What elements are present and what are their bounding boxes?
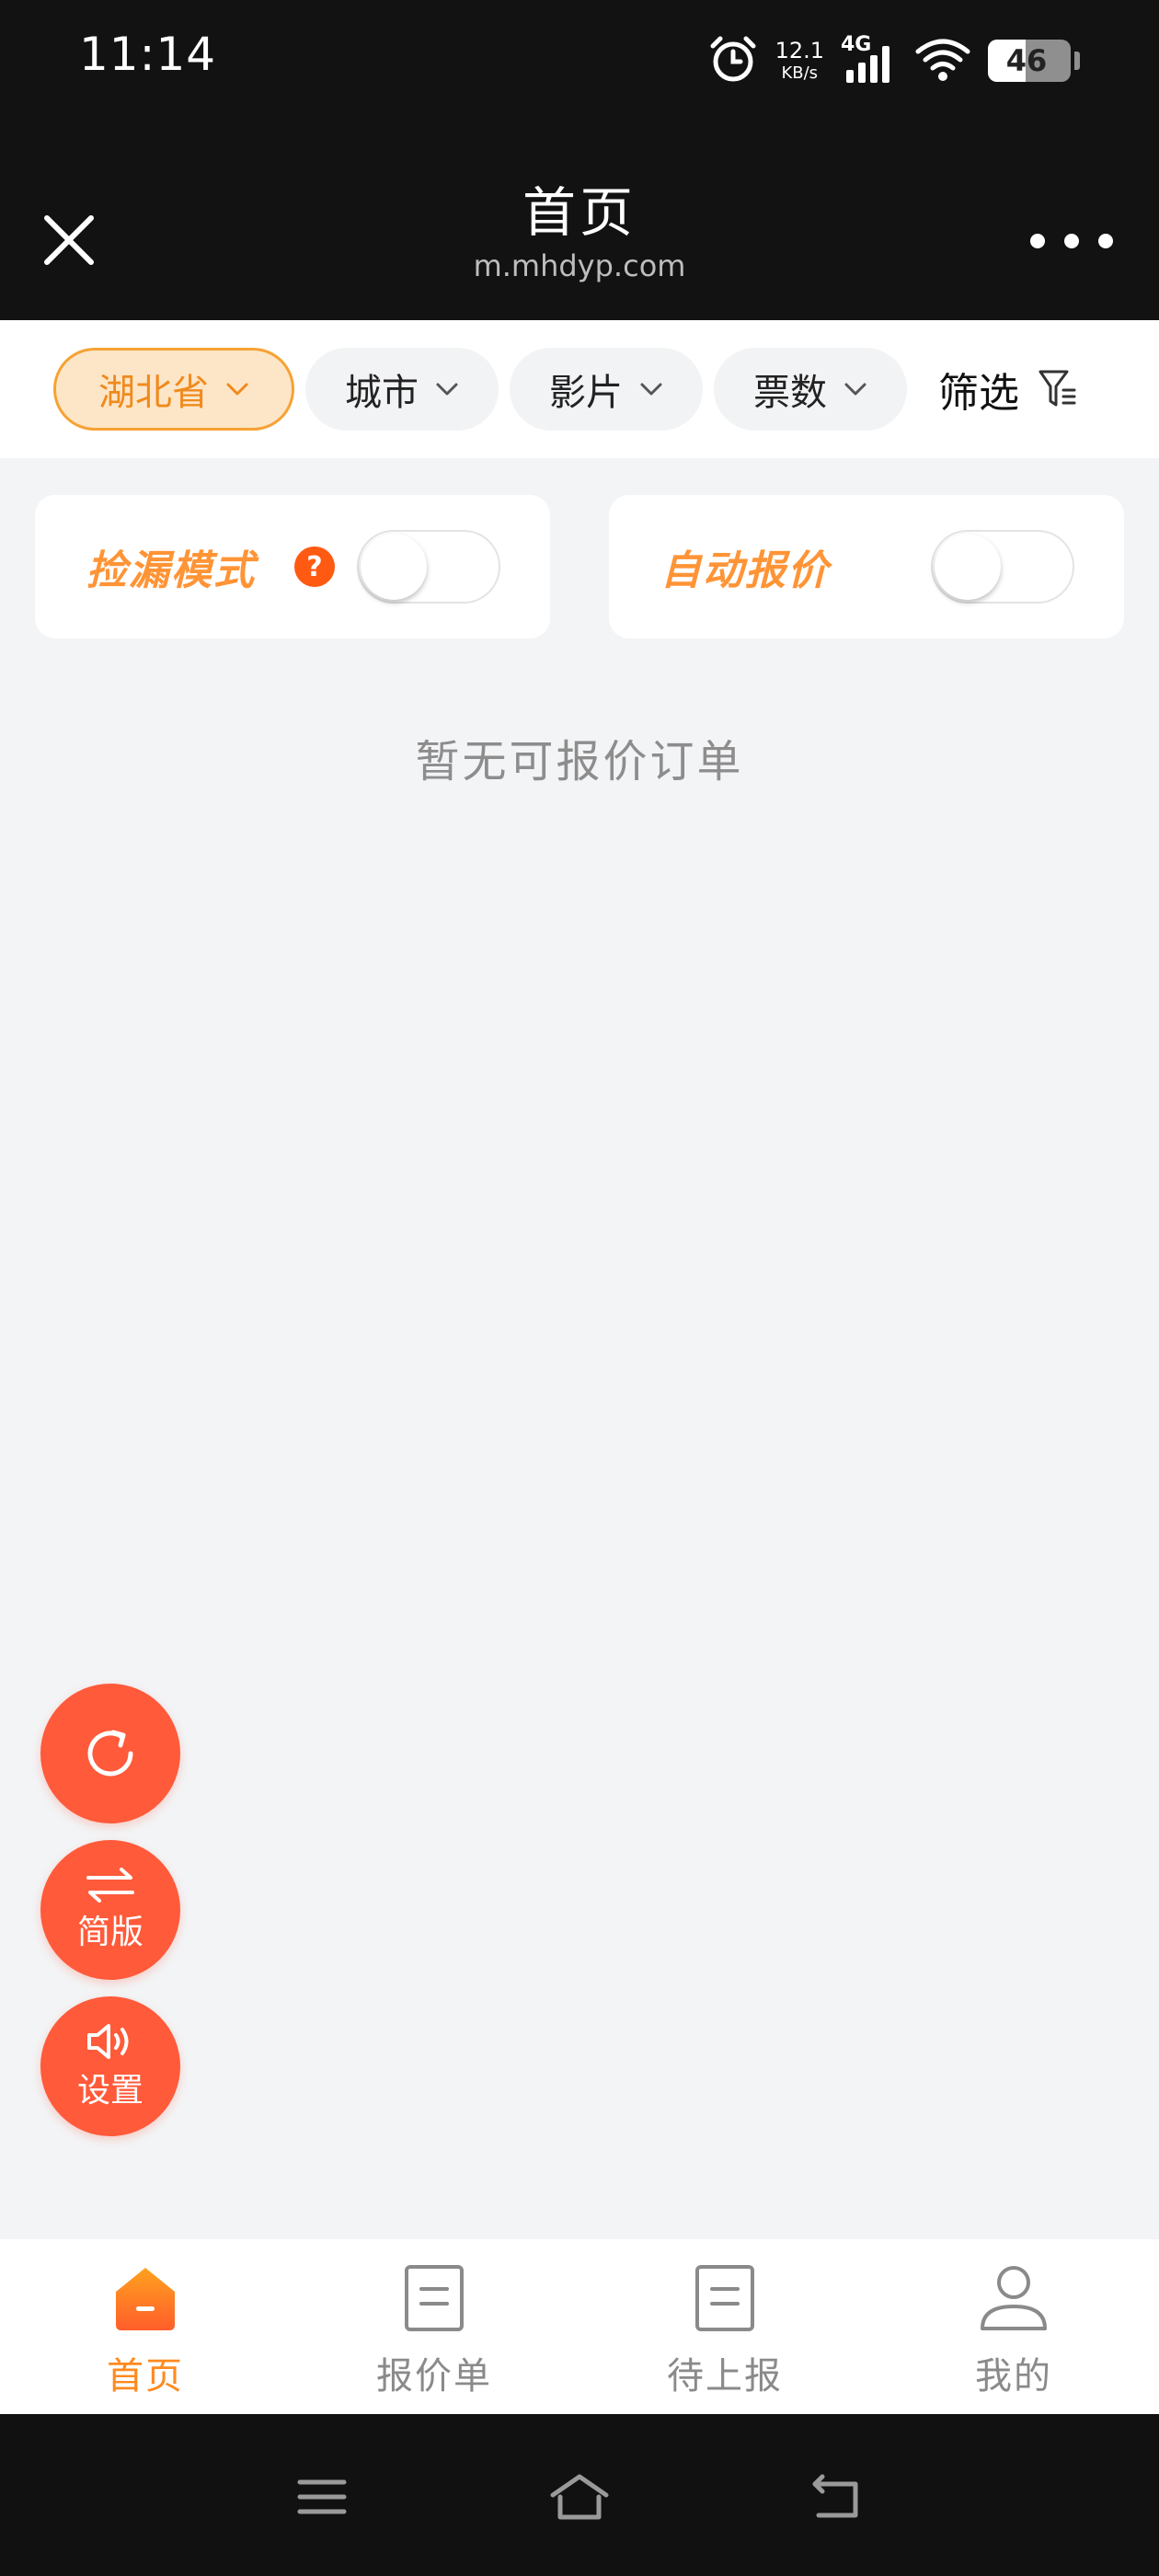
- recent-apps-button[interactable]: [285, 2460, 359, 2534]
- more-icon-dot: [1064, 234, 1079, 248]
- network-speed: 12.1 KB/s: [775, 40, 824, 82]
- province-filter-chip[interactable]: 湖北省: [53, 348, 294, 431]
- network-speed-value: 12.1: [775, 38, 824, 63]
- ticket-count-filter-chip[interactable]: 票数: [714, 348, 907, 431]
- system-nav-bar: [0, 2414, 1159, 2576]
- nav-label: 报价单: [376, 2355, 492, 2398]
- close-icon: [44, 215, 94, 265]
- auto-quote-card: 自动报价: [609, 495, 1124, 638]
- back-icon: [812, 2474, 858, 2518]
- title-bar: 首页 m.mhdyp.com: [0, 129, 1159, 320]
- refresh-icon: [87, 1730, 133, 1777]
- wifi-icon: [914, 35, 971, 86]
- settings-button[interactable]: 设置: [40, 1996, 180, 2136]
- title-block: 首页 m.mhdyp.com: [350, 180, 809, 283]
- home-outline-icon: [550, 2474, 609, 2520]
- refresh-button[interactable]: [40, 1684, 180, 1823]
- auto-quote-label: 自动报价: [660, 547, 830, 594]
- auto-quote-toggle[interactable]: [931, 530, 1074, 604]
- nav-item-home[interactable]: 首页: [26, 2261, 265, 2399]
- close-button[interactable]: [37, 208, 101, 272]
- content-area: 捡漏模式 ? 自动报价 暂无可报价订单 简版 设置: [0, 458, 1159, 2239]
- nav-label: 我的: [975, 2355, 1052, 2398]
- chip-label: 票数: [753, 372, 827, 414]
- settings-label: 设置: [76, 2072, 143, 2110]
- user-icon: [977, 2261, 1050, 2335]
- chevron-down-icon: [436, 383, 458, 396]
- chip-label: 影片: [549, 372, 623, 414]
- bargain-mode-toggle[interactable]: [357, 530, 500, 604]
- menu-icon: [297, 2479, 347, 2514]
- nav-item-pending[interactable]: 待上报: [605, 2261, 844, 2399]
- bottom-nav: 首页 报价单 待上报 我的: [0, 2239, 1159, 2414]
- filter-icon: [1039, 370, 1076, 407]
- toggle-knob: [935, 534, 1001, 600]
- movie-filter-chip[interactable]: 影片: [510, 348, 703, 431]
- status-icons: 12.1 KB/s 4G 46: [707, 33, 1080, 88]
- bargain-mode-card: 捡漏模式 ?: [35, 495, 550, 638]
- network-speed-unit: KB/s: [781, 63, 819, 83]
- chevron-down-icon: [226, 383, 248, 396]
- chip-label: 湖北省: [98, 372, 209, 414]
- home-system-button[interactable]: [543, 2460, 616, 2534]
- filter-bar: 湖北省 城市 影片 票数 筛选: [0, 320, 1159, 458]
- simple-mode-button[interactable]: 简版: [40, 1840, 180, 1980]
- filter-label: 筛选: [938, 370, 1019, 417]
- empty-state-text: 暂无可报价订单: [415, 736, 744, 788]
- filter-button[interactable]: 筛选: [938, 348, 1078, 431]
- page-url: m.mhdyp.com: [473, 248, 686, 283]
- document-icon: [397, 2261, 471, 2335]
- status-time: 11:14: [79, 28, 217, 81]
- chip-label: 城市: [345, 372, 419, 414]
- battery-tip: [1074, 52, 1080, 70]
- swap-icon: [86, 1868, 134, 1903]
- page-title: 首页: [522, 181, 637, 244]
- speaker-icon: [87, 2024, 129, 2059]
- document-icon: [688, 2261, 762, 2335]
- signal-icon: 4G: [841, 33, 898, 86]
- battery-icon: 46: [988, 40, 1071, 82]
- home-icon: [109, 2261, 182, 2335]
- chevron-down-icon: [844, 383, 866, 396]
- nav-label: 首页: [107, 2355, 184, 2398]
- toggle-knob: [361, 534, 427, 600]
- more-icon-dot: [1098, 234, 1113, 248]
- alarm-icon: [707, 33, 759, 88]
- status-bar: 11:14 12.1 KB/s 4G 46: [0, 0, 1159, 129]
- back-button[interactable]: [800, 2460, 874, 2534]
- nav-label: 待上报: [667, 2355, 783, 2398]
- nav-item-profile[interactable]: 我的: [894, 2261, 1133, 2399]
- more-button[interactable]: [1030, 221, 1113, 261]
- nav-item-quotes[interactable]: 报价单: [315, 2261, 554, 2399]
- help-icon[interactable]: ?: [294, 546, 335, 587]
- simple-mode-label: 简版: [76, 1914, 143, 1951]
- chevron-down-icon: [640, 383, 662, 396]
- city-filter-chip[interactable]: 城市: [305, 348, 499, 431]
- battery-level: 46: [1005, 43, 1048, 78]
- more-icon-dot: [1030, 234, 1045, 248]
- bargain-mode-label: 捡漏模式: [86, 547, 256, 594]
